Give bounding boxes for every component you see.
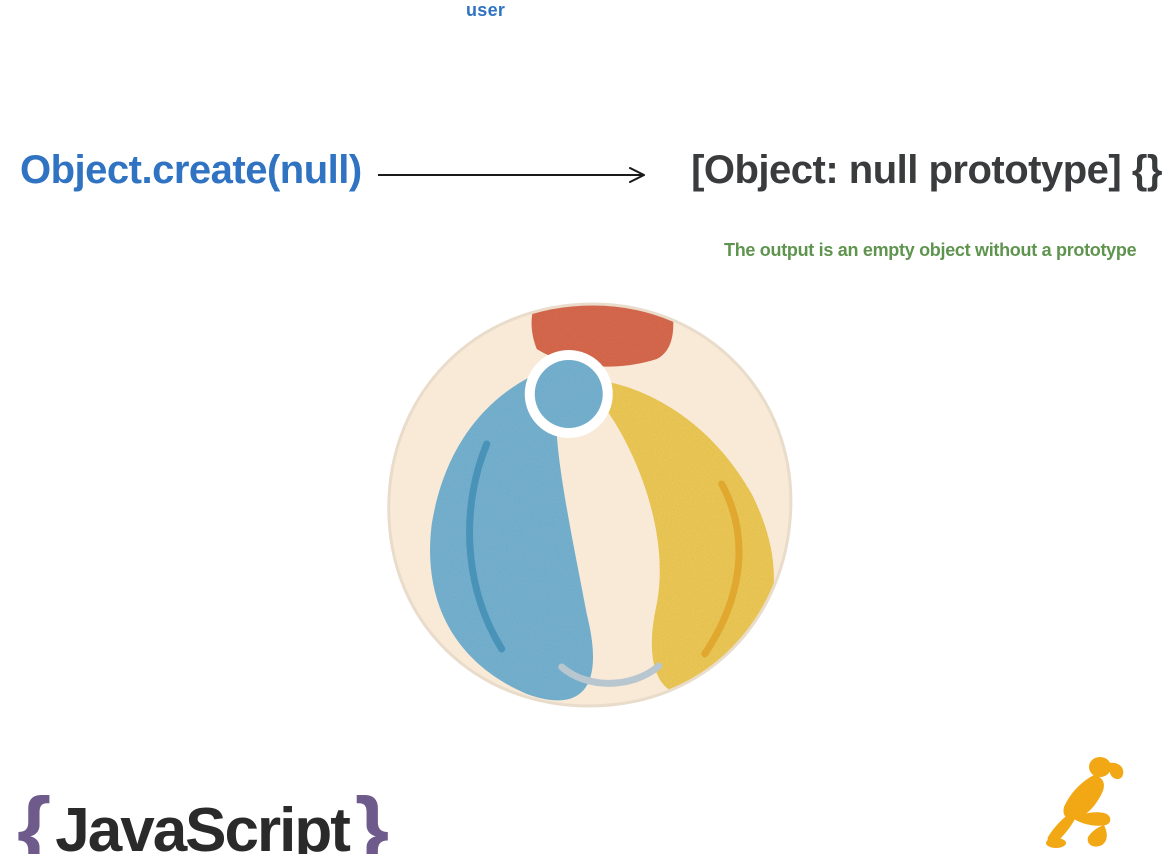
javascript-word: JavaScript — [49, 796, 355, 854]
user-label: user — [466, 0, 505, 21]
beach-ball-icon — [377, 294, 802, 719]
output-caption: The output is an empty object without a … — [724, 240, 1136, 261]
expression-right: [Object: null prototype] {} — [691, 148, 1162, 193]
diagram-stage: user Object.create(null) [Object: null p… — [0, 0, 1170, 854]
javascript-logo: {JavaScript} — [17, 795, 387, 854]
brace-close: } — [355, 779, 387, 854]
arrow-right-icon — [378, 165, 656, 185]
brace-open: { — [17, 779, 49, 854]
expression-left: Object.create(null) — [20, 148, 362, 193]
kneeling-figure-icon — [1022, 753, 1132, 848]
